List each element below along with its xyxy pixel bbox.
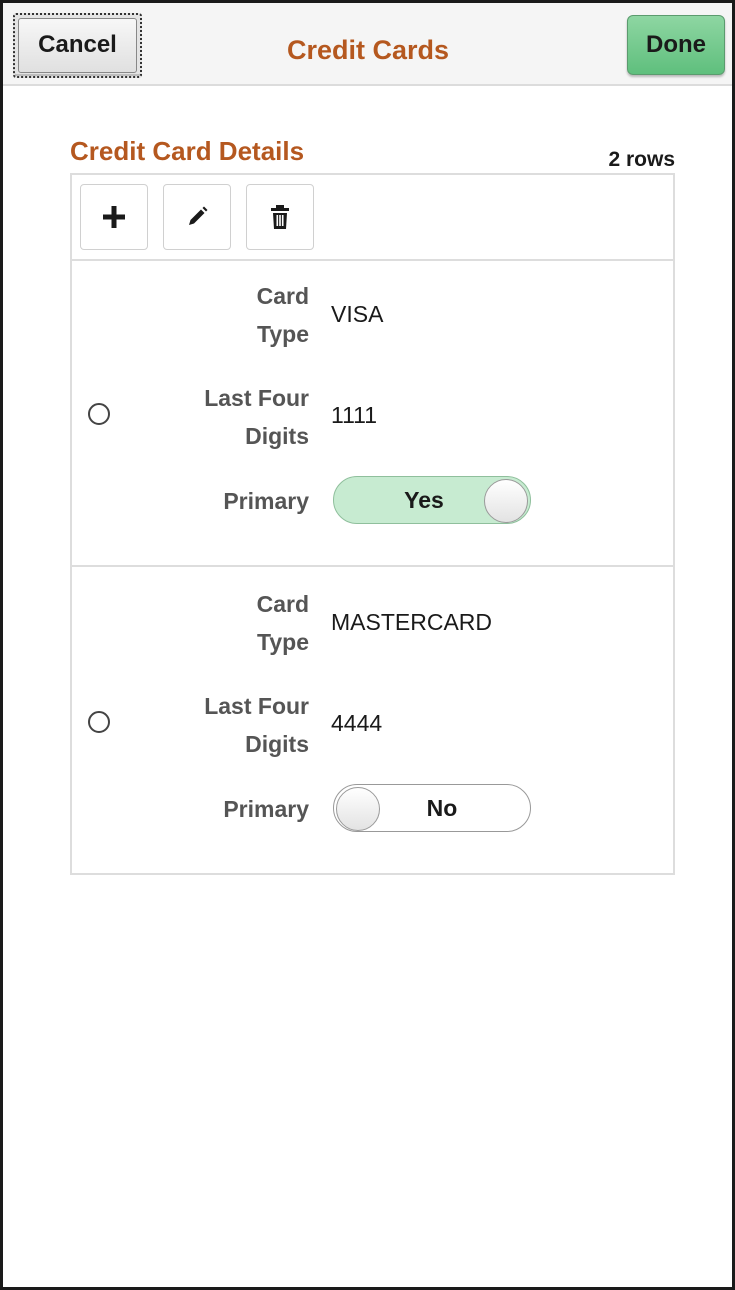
row-select-radio[interactable] (88, 711, 110, 733)
primary-label: Primary (223, 796, 309, 822)
delete-row-button[interactable] (246, 184, 314, 250)
edit-row-button[interactable] (163, 184, 231, 250)
trash-icon (271, 205, 289, 229)
section-title: Credit Card Details (70, 136, 305, 166)
primary-toggle-text: No (426, 795, 458, 821)
page-title: Credit Cards (286, 35, 450, 65)
card-type-value: VISA (331, 301, 384, 327)
last-four-value: 4444 (331, 710, 383, 736)
card-type-value: MASTERCARD (331, 609, 493, 635)
primary-toggle[interactable]: Yes (333, 476, 531, 524)
last-four-label: Last Four Digits (147, 379, 309, 455)
card-type-label: Card Type (147, 585, 309, 661)
cancel-button-label: Cancel (18, 18, 137, 73)
add-row-button[interactable] (80, 184, 148, 250)
card-type-label-line1: Card (256, 591, 309, 617)
primary-toggle[interactable]: No (333, 784, 531, 832)
app-frame: Cancel Credit Cards Done Credit Card Det… (0, 0, 735, 1290)
last-four-label-line2: Digits (245, 423, 309, 449)
card-type-label-line1: Card (256, 283, 309, 309)
last-four-label-line2: Digits (245, 731, 309, 757)
primary-toggle-text: Yes (404, 487, 444, 513)
card-type-label-line2: Type (257, 629, 309, 655)
last-four-label-line1: Last Four (204, 693, 309, 719)
card-type-label-line2: Type (257, 321, 309, 347)
card-row: Card Type MASTERCARD Last Four Digits 44… (72, 569, 673, 875)
last-four-label: Last Four Digits (147, 687, 309, 763)
credit-card-grid: Card Type VISA Last Four Digits 1111 Pri… (70, 173, 675, 875)
done-button[interactable]: Done (627, 15, 725, 75)
last-four-label-line1: Last Four (204, 385, 309, 411)
card-row: Card Type VISA Last Four Digits 1111 Pri… (72, 261, 673, 567)
header-bar: Cancel Credit Cards Done (3, 3, 732, 86)
grid-toolbar (72, 175, 673, 261)
toggle-knob (336, 787, 380, 831)
last-four-value: 1111 (331, 402, 378, 428)
row-count: 2 rows (608, 148, 675, 171)
card-type-label: Card Type (147, 277, 309, 353)
primary-label: Primary (223, 488, 309, 514)
row-select-radio[interactable] (88, 403, 110, 425)
cancel-button[interactable]: Cancel (13, 13, 142, 78)
toggle-knob (484, 479, 528, 523)
plus-icon (103, 206, 125, 228)
pencil-icon (189, 206, 208, 225)
